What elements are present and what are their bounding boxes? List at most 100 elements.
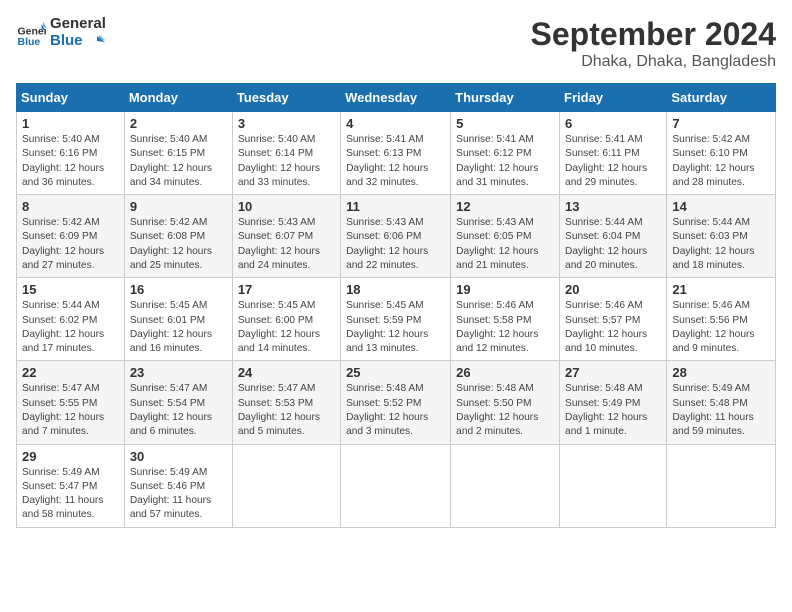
- day-info: Sunrise: 5:48 AM Sunset: 5:49 PM Dayligh…: [565, 382, 661, 439]
- day-number: 26: [456, 365, 554, 380]
- day-number: 15: [22, 282, 119, 297]
- calendar-cell: 19 Sunrise: 5:46 AM Sunset: 5:58 PM Dayl…: [451, 278, 560, 361]
- day-info: Sunrise: 5:48 AM Sunset: 5:50 PM Dayligh…: [456, 382, 554, 439]
- day-info: Sunrise: 5:46 AM Sunset: 5:58 PM Dayligh…: [456, 299, 554, 356]
- header-friday: Friday: [560, 84, 667, 112]
- day-info: Sunrise: 5:44 AM Sunset: 6:02 PM Dayligh…: [22, 299, 119, 356]
- calendar-cell: 24 Sunrise: 5:47 AM Sunset: 5:53 PM Dayl…: [232, 361, 340, 444]
- calendar-cell: [232, 444, 340, 527]
- day-info: Sunrise: 5:44 AM Sunset: 6:03 PM Dayligh…: [672, 216, 770, 273]
- day-number: 9: [130, 199, 227, 214]
- week-row-1: 1 Sunrise: 5:40 AM Sunset: 6:16 PM Dayli…: [17, 112, 776, 195]
- day-info: Sunrise: 5:43 AM Sunset: 6:05 PM Dayligh…: [456, 216, 554, 273]
- week-row-5: 29 Sunrise: 5:49 AM Sunset: 5:47 PM Dayl…: [17, 444, 776, 527]
- day-number: 7: [672, 116, 770, 131]
- calendar-title-area: September 2024 Dhaka, Dhaka, Bangladesh: [531, 16, 776, 71]
- day-info: Sunrise: 5:41 AM Sunset: 6:12 PM Dayligh…: [456, 133, 554, 190]
- calendar-table: Sunday Monday Tuesday Wednesday Thursday…: [16, 83, 776, 528]
- day-info: Sunrise: 5:46 AM Sunset: 5:56 PM Dayligh…: [672, 299, 770, 356]
- calendar-cell: 5 Sunrise: 5:41 AM Sunset: 6:12 PM Dayli…: [451, 112, 560, 195]
- logo-icon: General Blue: [16, 18, 46, 48]
- day-info: Sunrise: 5:46 AM Sunset: 5:57 PM Dayligh…: [565, 299, 661, 356]
- calendar-cell: 14 Sunrise: 5:44 AM Sunset: 6:03 PM Dayl…: [667, 195, 776, 278]
- day-info: Sunrise: 5:45 AM Sunset: 5:59 PM Dayligh…: [346, 299, 445, 356]
- header-sunday: Sunday: [17, 84, 125, 112]
- calendar-cell: 6 Sunrise: 5:41 AM Sunset: 6:11 PM Dayli…: [560, 112, 667, 195]
- calendar-cell: 30 Sunrise: 5:49 AM Sunset: 5:46 PM Dayl…: [124, 444, 232, 527]
- day-number: 19: [456, 282, 554, 297]
- day-number: 23: [130, 365, 227, 380]
- day-number: 13: [565, 199, 661, 214]
- calendar-cell: [667, 444, 776, 527]
- day-info: Sunrise: 5:49 AM Sunset: 5:48 PM Dayligh…: [672, 382, 770, 439]
- day-info: Sunrise: 5:49 AM Sunset: 5:46 PM Dayligh…: [130, 466, 227, 523]
- logo-blue: Blue: [50, 33, 106, 50]
- calendar-cell: 12 Sunrise: 5:43 AM Sunset: 6:05 PM Dayl…: [451, 195, 560, 278]
- logo-general: General: [50, 16, 106, 33]
- day-info: Sunrise: 5:47 AM Sunset: 5:55 PM Dayligh…: [22, 382, 119, 439]
- day-number: 28: [672, 365, 770, 380]
- week-row-2: 8 Sunrise: 5:42 AM Sunset: 6:09 PM Dayli…: [17, 195, 776, 278]
- day-number: 27: [565, 365, 661, 380]
- calendar-cell: 13 Sunrise: 5:44 AM Sunset: 6:04 PM Dayl…: [560, 195, 667, 278]
- header-tuesday: Tuesday: [232, 84, 340, 112]
- day-info: Sunrise: 5:40 AM Sunset: 6:16 PM Dayligh…: [22, 133, 119, 190]
- day-info: Sunrise: 5:44 AM Sunset: 6:04 PM Dayligh…: [565, 216, 661, 273]
- day-number: 30: [130, 449, 227, 464]
- calendar-cell: 17 Sunrise: 5:45 AM Sunset: 6:00 PM Dayl…: [232, 278, 340, 361]
- day-number: 4: [346, 116, 445, 131]
- calendar-cell: 20 Sunrise: 5:46 AM Sunset: 5:57 PM Dayl…: [560, 278, 667, 361]
- day-info: Sunrise: 5:42 AM Sunset: 6:08 PM Dayligh…: [130, 216, 227, 273]
- day-number: 10: [238, 199, 335, 214]
- calendar-cell: 1 Sunrise: 5:40 AM Sunset: 6:16 PM Dayli…: [17, 112, 125, 195]
- calendar-cell: [560, 444, 667, 527]
- week-row-4: 22 Sunrise: 5:47 AM Sunset: 5:55 PM Dayl…: [17, 361, 776, 444]
- day-info: Sunrise: 5:49 AM Sunset: 5:47 PM Dayligh…: [22, 466, 119, 523]
- day-info: Sunrise: 5:45 AM Sunset: 6:00 PM Dayligh…: [238, 299, 335, 356]
- day-number: 2: [130, 116, 227, 131]
- day-number: 17: [238, 282, 335, 297]
- calendar-cell: 15 Sunrise: 5:44 AM Sunset: 6:02 PM Dayl…: [17, 278, 125, 361]
- header-saturday: Saturday: [667, 84, 776, 112]
- calendar-cell: 4 Sunrise: 5:41 AM Sunset: 6:13 PM Dayli…: [341, 112, 451, 195]
- calendar-cell: [451, 444, 560, 527]
- calendar-cell: 25 Sunrise: 5:48 AM Sunset: 5:52 PM Dayl…: [341, 361, 451, 444]
- day-number: 14: [672, 199, 770, 214]
- day-number: 1: [22, 116, 119, 131]
- calendar-cell: 11 Sunrise: 5:43 AM Sunset: 6:06 PM Dayl…: [341, 195, 451, 278]
- day-number: 18: [346, 282, 445, 297]
- calendar-subtitle: Dhaka, Dhaka, Bangladesh: [531, 53, 776, 71]
- calendar-title: September 2024: [531, 16, 776, 53]
- day-number: 8: [22, 199, 119, 214]
- logo-bird-icon: [87, 34, 105, 48]
- header-wednesday: Wednesday: [341, 84, 451, 112]
- day-number: 5: [456, 116, 554, 131]
- calendar-cell: 2 Sunrise: 5:40 AM Sunset: 6:15 PM Dayli…: [124, 112, 232, 195]
- calendar-cell: 21 Sunrise: 5:46 AM Sunset: 5:56 PM Dayl…: [667, 278, 776, 361]
- day-info: Sunrise: 5:40 AM Sunset: 6:14 PM Dayligh…: [238, 133, 335, 190]
- day-info: Sunrise: 5:45 AM Sunset: 6:01 PM Dayligh…: [130, 299, 227, 356]
- day-number: 11: [346, 199, 445, 214]
- week-row-3: 15 Sunrise: 5:44 AM Sunset: 6:02 PM Dayl…: [17, 278, 776, 361]
- calendar-cell: 9 Sunrise: 5:42 AM Sunset: 6:08 PM Dayli…: [124, 195, 232, 278]
- calendar-cell: 29 Sunrise: 5:49 AM Sunset: 5:47 PM Dayl…: [17, 444, 125, 527]
- day-info: Sunrise: 5:41 AM Sunset: 6:13 PM Dayligh…: [346, 133, 445, 190]
- day-info: Sunrise: 5:48 AM Sunset: 5:52 PM Dayligh…: [346, 382, 445, 439]
- day-number: 24: [238, 365, 335, 380]
- day-info: Sunrise: 5:43 AM Sunset: 6:07 PM Dayligh…: [238, 216, 335, 273]
- calendar-cell: 27 Sunrise: 5:48 AM Sunset: 5:49 PM Dayl…: [560, 361, 667, 444]
- day-info: Sunrise: 5:40 AM Sunset: 6:15 PM Dayligh…: [130, 133, 227, 190]
- calendar-cell: 26 Sunrise: 5:48 AM Sunset: 5:50 PM Dayl…: [451, 361, 560, 444]
- day-info: Sunrise: 5:41 AM Sunset: 6:11 PM Dayligh…: [565, 133, 661, 190]
- day-info: Sunrise: 5:47 AM Sunset: 5:54 PM Dayligh…: [130, 382, 227, 439]
- logo: General Blue General Blue: [16, 16, 106, 49]
- day-number: 12: [456, 199, 554, 214]
- calendar-cell: 28 Sunrise: 5:49 AM Sunset: 5:48 PM Dayl…: [667, 361, 776, 444]
- calendar-cell: 16 Sunrise: 5:45 AM Sunset: 6:01 PM Dayl…: [124, 278, 232, 361]
- calendar-cell: 7 Sunrise: 5:42 AM Sunset: 6:10 PM Dayli…: [667, 112, 776, 195]
- calendar-cell: 3 Sunrise: 5:40 AM Sunset: 6:14 PM Dayli…: [232, 112, 340, 195]
- calendar-header-row: Sunday Monday Tuesday Wednesday Thursday…: [17, 84, 776, 112]
- day-number: 3: [238, 116, 335, 131]
- day-number: 20: [565, 282, 661, 297]
- day-number: 6: [565, 116, 661, 131]
